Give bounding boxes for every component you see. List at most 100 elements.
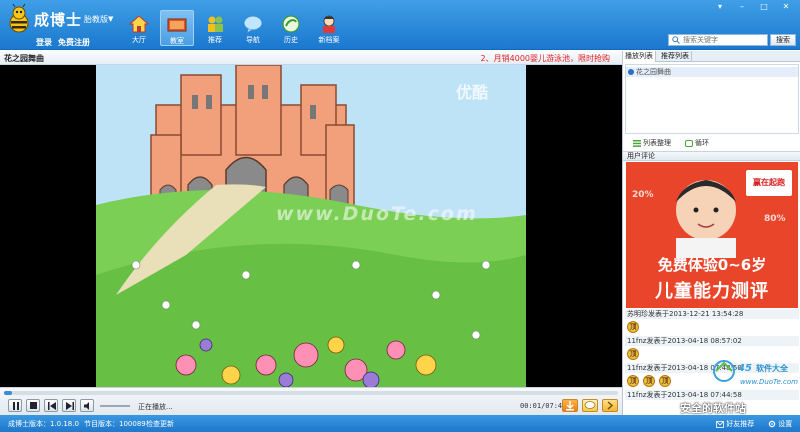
comment-header: 11fnz发表于2013-04-18 08:57:02 [625,336,799,346]
register-link[interactable]: 免费注册 [58,37,90,48]
comment-button[interactable] [582,399,598,412]
tab-history[interactable]: 历史 [274,10,308,46]
comment-item: 11fnz发表于2013-04-18 07:44:58 [625,390,799,400]
volume-slider[interactable] [100,405,130,407]
tab-classroom[interactable]: 教室 [160,10,194,46]
minimize-button[interactable]: – [732,2,752,12]
tab-label: 新档案 [318,36,340,44]
maximize-button[interactable]: □ [754,2,774,12]
loop-button[interactable]: 循环 [685,138,709,148]
player-control-bar: 正在播放... 00:01/07:43 [0,387,622,415]
upvote-badge[interactable]: 顶 [627,321,639,333]
duote-watermark: www.DuoTe.com [276,203,478,225]
chat-bubble-icon [584,401,596,409]
site-tagline: 安全的软件站 [680,402,746,415]
stop-icon [30,402,37,409]
comment-item: 苏明珍发表于2013-12-21 13:54:28 顶 [625,309,799,335]
share-label: 好友推荐 [726,420,755,428]
promo-link[interactable]: 2、月销4000婴儿游泳池，限时抢购 [481,53,610,64]
tab-label: 导航 [246,36,260,44]
ad-banner[interactable]: 赢在起跑 20% 80% 免费体验0~6岁 儿童能力测评 [626,162,798,308]
gear-icon [768,420,776,428]
upvote-badge[interactable]: 顶 [643,375,655,387]
ad-stat: 20% [632,190,654,200]
upvote-badge[interactable]: 顶 [659,375,671,387]
home-icon [128,15,150,33]
tab-label: 教室 [170,37,184,45]
list-icon [633,139,641,147]
search-icon [672,36,680,44]
app-header: 成博士 胎教版 ▼ 登录 免费注册 大厅 教室 推荐 导航 历史 新档案 ▾ –… [0,0,800,50]
site-logo-url: www.DuoTe.com [740,378,798,386]
check-update-link[interactable]: 检查更新 [146,419,174,429]
search-input[interactable] [668,34,768,46]
site-logo-text: 软件大全 [756,364,788,373]
ad-stat: 80% [764,214,786,224]
close-button[interactable]: ✕ [776,2,796,12]
organize-list-label: 列表整理 [643,139,671,147]
tab-lobby[interactable]: 大厅 [122,10,156,46]
video-frame[interactable]: 优酷 www.DuoTe.com [96,65,526,387]
sidebar-toggle-button[interactable] [602,399,618,412]
chevron-down-icon[interactable]: ▼ [108,15,113,23]
speaker-icon [84,402,89,410]
recommend-icon [208,16,223,32]
tab-label: 大厅 [132,36,146,44]
app-edition-label[interactable]: 胎教版 [84,14,108,25]
app-version: 成博士版本：1.0.18.0 [8,420,79,428]
login-link[interactable]: 登录 [36,37,52,48]
tab-playlist[interactable]: 播放列表 [623,51,656,62]
download-button[interactable] [562,399,578,412]
window-controls: ▾ – □ ✕ [710,2,796,14]
comment-body: 顶 [625,319,799,335]
playlist: 花之园舞曲 [625,64,799,134]
seek-bar[interactable] [4,391,618,395]
bee-logo-icon [9,4,29,33]
comments-header: 用户评论 [623,151,800,161]
playlist-item[interactable]: 花之园舞曲 [626,67,798,77]
next-button[interactable] [62,399,76,412]
tab-label: 历史 [284,36,298,44]
mail-icon [716,420,724,428]
loop-label: 循环 [695,139,709,147]
now-playing-icon [628,69,634,75]
search-button[interactable]: 搜索 [770,34,796,46]
share-link[interactable]: 好友推荐 [716,419,754,429]
ad-brand-logo: 赢在起跑 [746,170,792,196]
program-version: 节目版本：100089 [84,420,146,428]
settings-label: 设置 [778,420,793,428]
cartoon-castle-scene [96,65,526,387]
video-title-strip: 花之园舞曲 2、月销4000婴儿游泳池，限时抢购 [0,51,622,65]
menu-dropdown-button[interactable]: ▾ [710,2,730,12]
download-icon [566,401,574,411]
site-logo-number: 45 [738,363,752,374]
upvote-badge[interactable]: 顶 [627,375,639,387]
playlist-item-label: 花之园舞曲 [636,68,671,76]
youku-watermark: 优酷 [456,83,489,102]
pause-button[interactable] [8,399,22,412]
list-tools: 列表整理 循环 [625,137,799,149]
skip-forward-icon [66,402,74,410]
tab-recommend[interactable]: 推荐 [198,10,232,46]
app-name: 成博士 [34,11,83,29]
video-player[interactable]: 优酷 www.DuoTe.com [0,65,622,387]
classroom-icon [167,18,187,32]
navigation-icon [243,15,263,34]
tab-label: 推荐 [208,36,222,44]
time-display: 00:01/07:43 [520,402,567,410]
organize-list-button[interactable]: 列表整理 [633,138,671,148]
tab-recommend-list[interactable]: 推荐列表 [659,51,692,62]
settings-link[interactable]: 设置 [768,419,792,429]
upvote-badge[interactable]: 顶 [627,348,639,360]
ad-headline: 免费体验0~6岁 [657,256,767,274]
mute-button[interactable] [80,399,94,412]
profile-icon [323,15,335,33]
previous-button[interactable] [44,399,58,412]
tab-navigation[interactable]: 导航 [236,10,270,46]
video-title: 花之园舞曲 [4,54,44,63]
tab-profile[interactable]: 新档案 [312,10,346,46]
playback-status: 正在播放... [138,403,173,411]
stop-button[interactable] [26,399,40,412]
chevron-right-icon [607,401,614,410]
seek-progress [4,391,12,395]
